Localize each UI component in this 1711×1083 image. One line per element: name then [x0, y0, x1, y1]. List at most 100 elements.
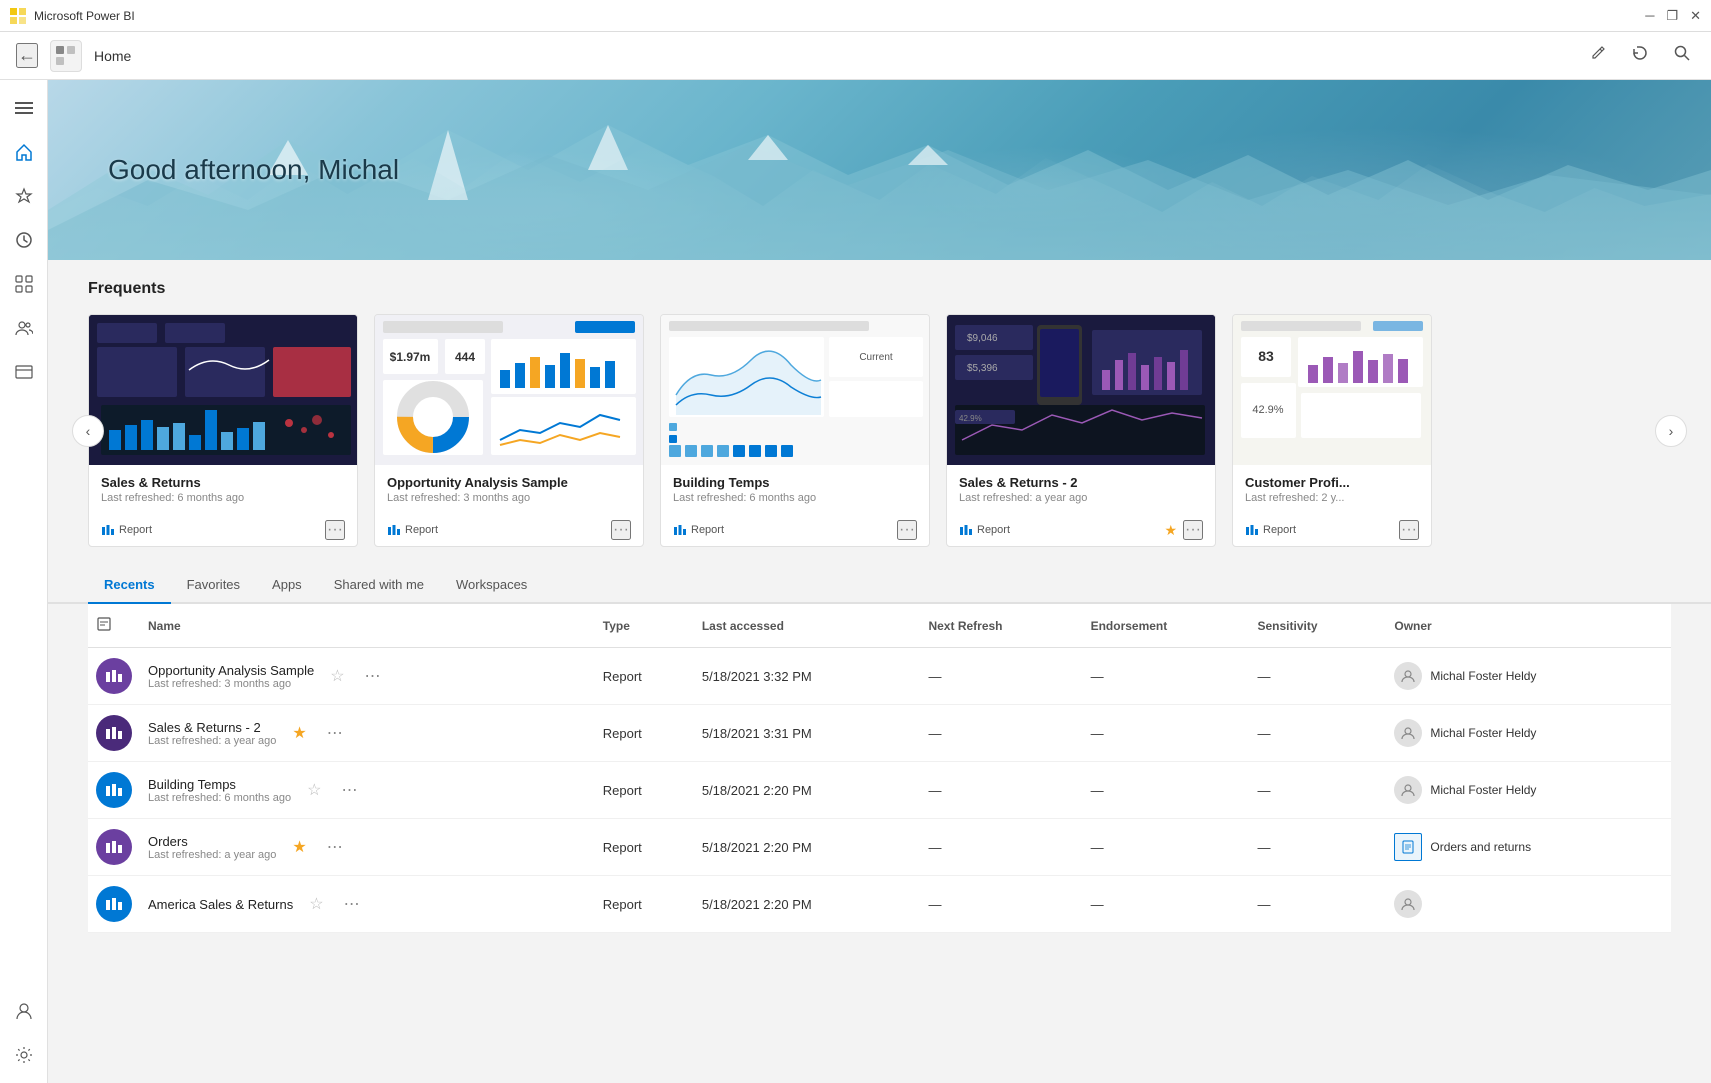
col-header-owner: Owner [1386, 604, 1671, 648]
item-sub-3: Last refreshed: 6 months ago [148, 792, 291, 804]
owner-name-3: Michal Foster Heldy [1430, 783, 1536, 797]
star-button-1[interactable]: ☆ [326, 662, 348, 690]
freq-card-img-2: $1.97m 444 [375, 315, 643, 465]
col-header-last-accessed: Last accessed [694, 604, 921, 648]
svg-text:83: 83 [1258, 348, 1274, 364]
refresh-button[interactable] [1627, 40, 1653, 71]
freq-card-4[interactable]: $9,046 $5,396 42.9% Sales & [946, 314, 1216, 547]
col-header-type: Type [595, 604, 694, 648]
item-icon-3 [96, 772, 132, 808]
sidebar-item-favorites[interactable] [4, 176, 44, 216]
table-row[interactable]: America Sales & Returns ☆ ⋯ Report 5/18/… [88, 876, 1671, 933]
svg-text:$1.97m: $1.97m [390, 350, 431, 364]
svg-text:$9,046: $9,046 [967, 333, 998, 344]
freq-card-title-5: Customer Profi... [1245, 475, 1419, 490]
more-button-1[interactable]: ⋯ [361, 662, 385, 690]
row-icon-cell [88, 876, 140, 933]
freq-card-2[interactable]: $1.97m 444 [374, 314, 644, 547]
star-button-3[interactable]: ☆ [303, 776, 325, 804]
freq-card-footer-4: Report ★ ··· [947, 514, 1215, 546]
sidebar [0, 80, 48, 1083]
freq-card-more-5[interactable]: ··· [1399, 520, 1419, 540]
row-owner-5 [1386, 876, 1671, 933]
mountain-background [48, 120, 1711, 260]
carousel-prev-button[interactable]: ‹ [72, 415, 104, 447]
owner-name-2: Michal Foster Heldy [1430, 726, 1536, 740]
row-name-cell-4: Orders Last refreshed: a year ago ★ ⋯ [140, 819, 595, 876]
page-title: Home [94, 48, 131, 64]
freq-card-subtitle-2: Last refreshed: 3 months ago [387, 492, 631, 504]
more-button-4[interactable]: ⋯ [323, 833, 347, 861]
top-nav: ← Home [0, 32, 1711, 80]
carousel-next-button[interactable]: › [1655, 415, 1687, 447]
carousel-items: Sales & Returns Last refreshed: 6 months… [88, 314, 1671, 547]
owner-avatar-1 [1394, 662, 1422, 690]
owner-name-4: Orders and returns [1430, 840, 1531, 854]
freq-card-more-2[interactable]: ··· [611, 520, 631, 540]
sidebar-item-home[interactable] [4, 132, 44, 172]
tab-recents[interactable]: Recents [88, 567, 171, 604]
table-row[interactable]: Opportunity Analysis Sample Last refresh… [88, 648, 1671, 705]
freq-card-subtitle-1: Last refreshed: 6 months ago [101, 492, 345, 504]
sidebar-item-settings[interactable] [4, 1035, 44, 1075]
row-type-5: Report [595, 876, 694, 933]
minimize-button[interactable]: ─ [1645, 8, 1654, 23]
restore-button[interactable]: ❐ [1666, 8, 1678, 24]
freq-card-1[interactable]: Sales & Returns Last refreshed: 6 months… [88, 314, 358, 547]
freq-card-title-1: Sales & Returns [101, 475, 345, 490]
row-icon-cell [88, 705, 140, 762]
table-row[interactable]: Orders Last refreshed: a year ago ★ ⋯ Re… [88, 819, 1671, 876]
freq-card-img-5: 83 [1233, 315, 1431, 465]
tab-shared[interactable]: Shared with me [318, 567, 440, 604]
table-row[interactable]: Sales & Returns - 2 Last refreshed: a ye… [88, 705, 1671, 762]
freq-card-type-3: Report [673, 523, 724, 537]
item-name-5: America Sales & Returns [148, 897, 293, 912]
window-controls[interactable]: ─ ❐ ✕ [1645, 8, 1701, 24]
search-button[interactable] [1669, 40, 1695, 71]
freq-card-title-2: Opportunity Analysis Sample [387, 475, 631, 490]
more-button-2[interactable]: ⋯ [323, 719, 347, 747]
tab-favorites[interactable]: Favorites [171, 567, 256, 604]
app-logo [50, 40, 82, 72]
sidebar-item-shared[interactable] [4, 308, 44, 348]
freq-card-type-4: Report [959, 523, 1010, 537]
row-sensitivity-2: — [1249, 705, 1386, 762]
sidebar-item-workspaces[interactable] [4, 352, 44, 392]
more-button-5[interactable]: ⋯ [340, 890, 364, 918]
edit-button[interactable] [1585, 40, 1611, 71]
star-button-2[interactable]: ★ [288, 719, 310, 747]
star-button-4[interactable]: ★ [288, 833, 310, 861]
svg-text:Current: Current [859, 352, 893, 363]
close-button[interactable]: ✕ [1690, 8, 1701, 24]
row-last-accessed-3: 5/18/2021 2:20 PM [694, 762, 921, 819]
item-name-4: Orders [148, 834, 276, 849]
item-sub-4: Last refreshed: a year ago [148, 849, 276, 861]
row-sensitivity-5: — [1249, 876, 1386, 933]
nav-actions [1585, 40, 1695, 71]
freq-card-type-2: Report [387, 523, 438, 537]
owner-avatar-3 [1394, 776, 1422, 804]
freq-card-3[interactable]: Current [660, 314, 930, 547]
tab-workspaces[interactable]: Workspaces [440, 567, 543, 604]
row-next-refresh-1: — [920, 648, 1082, 705]
freq-card-more-3[interactable]: ··· [897, 520, 917, 540]
freq-card-more-1[interactable]: ··· [325, 520, 345, 540]
row-owner-2: Michal Foster Heldy [1386, 705, 1671, 762]
freq-card-title-4: Sales & Returns - 2 [959, 475, 1203, 490]
sidebar-item-account[interactable] [4, 991, 44, 1031]
tab-apps[interactable]: Apps [256, 567, 318, 604]
row-icon-cell [88, 762, 140, 819]
sidebar-item-menu[interactable] [4, 88, 44, 128]
back-button[interactable]: ← [16, 43, 38, 68]
freq-card-more-4[interactable]: ··· [1183, 520, 1203, 540]
row-next-refresh-5: — [920, 876, 1082, 933]
freq-card-5[interactable]: 83 [1232, 314, 1432, 547]
owner-avatar-5 [1394, 890, 1422, 918]
table-row[interactable]: Building Temps Last refreshed: 6 months … [88, 762, 1671, 819]
star-button-5[interactable]: ☆ [305, 890, 327, 918]
sidebar-item-recent[interactable] [4, 220, 44, 260]
row-owner-1: Michal Foster Heldy [1386, 648, 1671, 705]
sidebar-item-apps[interactable] [4, 264, 44, 304]
recents-tabs: Recents Favorites Apps Shared with me Wo… [48, 567, 1711, 604]
more-button-3[interactable]: ⋯ [337, 776, 361, 804]
